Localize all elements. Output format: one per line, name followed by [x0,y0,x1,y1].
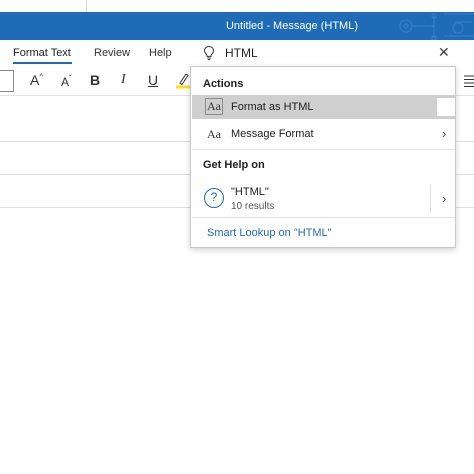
selection-swatch [437,98,455,116]
search-results-dropdown: Actions Aa Format as HTML Aa Message For… [190,66,456,248]
title-bar: Untitled - Message (HTML) [0,12,474,40]
close-icon[interactable]: ✕ [438,44,450,61]
search-input[interactable]: HTML [225,46,258,60]
help-result-title: "HTML" [231,186,269,198]
get-help-header: Get Help on [203,159,265,171]
top-strip [0,0,474,12]
shrink-font-arrow: ˇ [69,74,72,83]
help-result-count: 10 results [231,201,275,212]
message-format-label: Message Format [231,128,314,140]
grow-font-arrow: ^ [39,72,44,82]
chevron-right-icon[interactable]: › [442,191,446,206]
bold-button[interactable]: B [90,72,100,88]
format-icon: Aa [205,98,223,115]
tab-help[interactable]: Help [149,47,172,59]
align-icon[interactable] [462,74,474,88]
format-icon: Aa [207,127,221,141]
top-strip-divider [86,0,87,12]
help-item-separator [430,185,431,213]
section-divider [192,149,455,150]
lightbulb-icon [203,45,215,61]
underline-button[interactable]: U [148,72,158,88]
shrink-font-letter: A [61,75,70,89]
format-as-html-item[interactable]: Aa Format as HTML [192,95,455,119]
chevron-right-icon: › [442,126,447,141]
grow-font-letter: A [30,72,40,88]
tab-format-text[interactable]: Format Text [13,47,71,59]
title-bar-pattern-icon [399,13,474,40]
italic-button[interactable]: I [121,72,126,88]
active-tab-indicator [13,62,72,64]
help-result-item[interactable]: ? "HTML" 10 results › [192,181,455,217]
outlook-message-window: Untitled - Message (HTML) Format Text Re… [0,0,474,474]
highlighter-icon[interactable] [176,70,190,90]
search-box[interactable]: HTML ✕ [190,41,456,65]
actions-header: Actions [203,78,244,90]
font-size-dropdown[interactable] [0,70,14,92]
shrink-font-button[interactable]: Aˇ [61,74,72,89]
tab-review[interactable]: Review [94,47,130,59]
message-format-item[interactable]: Aa Message Format › [192,122,455,146]
smart-lookup-link[interactable]: Smart Lookup on "HTML" [207,227,332,239]
format-as-html-label: Format as HTML [231,101,314,113]
section-divider [192,217,455,218]
grow-font-button[interactable]: A^ [30,72,43,88]
help-question-icon: ? [204,188,224,208]
